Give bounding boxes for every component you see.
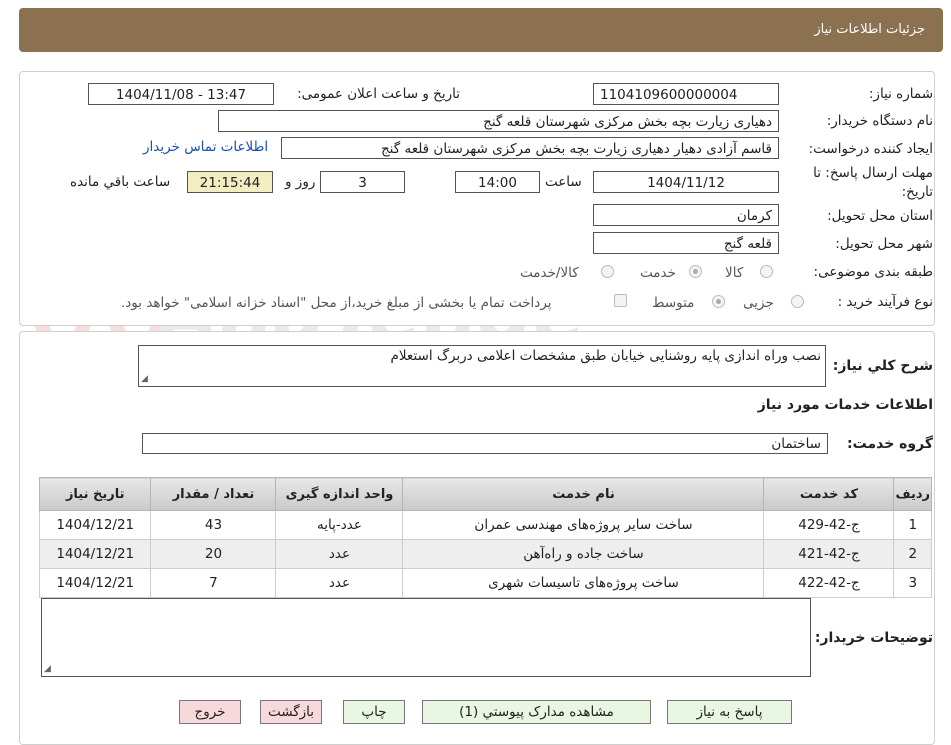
deadline-time-label: ساعت [545, 174, 582, 190]
page-header: جزئیات اطلاعات نیاز [19, 8, 943, 52]
cell-row-number: 3 [893, 568, 932, 598]
cell-service-code: ج-42-429 [763, 510, 895, 540]
days-label: روز و [285, 174, 316, 190]
days-remaining-field: 3 [320, 171, 405, 193]
service-group-field: ساختمان [142, 433, 828, 454]
buyer-notes-label: توضیحات خریدار: [814, 630, 933, 646]
services-table: ردیف کد خدمت نام خدمت واحد اندازه گیری ت… [38, 477, 932, 598]
process-radio-medium[interactable] [712, 295, 725, 308]
cell-service-name: ساخت سایر پروژه‌های مهندسی عمران [402, 510, 765, 540]
need-number-label: شماره نیاز: [868, 86, 933, 102]
description-text: نصب وراه اندازی پایه روشنایی خیابان طبق … [390, 348, 821, 364]
province-field: کرمان [593, 204, 779, 226]
table-row: 1 ج-42-429 ساخت سایر پروژه‌های مهندسی عم… [38, 510, 932, 540]
process-option-minor: جزیی [743, 295, 774, 311]
col-header-service-code: کد خدمت [763, 477, 895, 511]
table-row: 2 ج-42-421 ساخت جاده و راه‌آهن عدد 20 14… [38, 539, 932, 569]
exit-button[interactable]: خروج [179, 700, 241, 724]
col-header-quantity: تعداد / مقدار [150, 477, 277, 511]
process-label: نوع فرآیند خرید : [837, 294, 933, 310]
category-label: طبقه بندی موضوعی: [813, 264, 933, 280]
reply-button[interactable]: پاسخ به نیاز [667, 700, 792, 724]
category-option-goods-service: کالا/خدمت [520, 265, 579, 281]
announce-date-field: 1404/11/08 - 13:47 [88, 83, 274, 105]
category-radio-goods[interactable] [760, 265, 773, 278]
cell-need-date: 1404/12/21 [38, 568, 152, 598]
deadline-date-label: تاریخ: [901, 184, 933, 200]
category-option-service: خدمت [640, 265, 676, 281]
need-number-field: 1104109600000004 [593, 83, 779, 105]
buyer-org-field: دهیاری زیارت بچه بخش مرکزی شهرستان قلعه … [218, 110, 779, 132]
col-header-unit: واحد اندازه گیری [275, 477, 404, 511]
treasury-payment-note: پرداخت تمام یا بخشی از مبلغ خرید،از محل … [121, 295, 552, 311]
cell-row-number: 2 [893, 539, 932, 569]
cell-unit: عدد [275, 539, 404, 569]
cell-service-name: ساخت جاده و راه‌آهن [402, 539, 765, 569]
col-header-row-number: ردیف [893, 477, 932, 511]
back-button[interactable]: بازگشت [260, 700, 322, 724]
deadline-label: مهلت ارسال پاسخ: تا [813, 165, 933, 181]
table-header-row: ردیف کد خدمت نام خدمت واحد اندازه گیری ت… [38, 477, 932, 511]
buyer-contact-link[interactable]: اطلاعات تماس خریدار [143, 139, 268, 155]
treasury-payment-checkbox[interactable] [614, 294, 627, 307]
deadline-time-field: 14:00 [455, 171, 540, 193]
remaining-time-label: ساعت باقي مانده [70, 174, 171, 190]
print-button[interactable]: چاپ [343, 700, 405, 724]
cell-need-date: 1404/12/21 [38, 539, 152, 569]
cell-unit: عدد-پایه [275, 510, 404, 540]
cell-need-date: 1404/12/21 [38, 510, 152, 540]
announce-date-label: تاریخ و ساعت اعلان عمومی: [297, 86, 460, 102]
cell-unit: عدد [275, 568, 404, 598]
province-label: استان محل تحویل: [827, 208, 933, 224]
cell-quantity: 7 [150, 568, 277, 598]
buyer-org-label: نام دستگاه خریدار: [826, 113, 933, 129]
process-option-medium: متوسط [652, 295, 695, 311]
resize-grip-icon[interactable]: ◢ [44, 665, 51, 674]
cell-row-number: 1 [893, 510, 932, 540]
buyer-notes-textarea[interactable]: ◢ [41, 598, 811, 677]
table-row: 3 ج-42-422 ساخت پروژه‌های تاسیسات شهری ع… [38, 568, 932, 598]
cell-quantity: 20 [150, 539, 277, 569]
cell-quantity: 43 [150, 510, 277, 540]
view-attachments-button[interactable]: مشاهده مدارک پیوستي (1) [422, 700, 651, 724]
description-textarea[interactable]: نصب وراه اندازی پایه روشنایی خیابان طبق … [138, 345, 826, 387]
cell-service-code: ج-42-421 [763, 539, 895, 569]
deadline-date-field: 1404/11/12 [593, 171, 779, 193]
creator-field: قاسم آزادی دهیار دهیاری زیارت بچه بخش مر… [281, 137, 779, 159]
remaining-time-field: 21:15:44 [187, 171, 273, 193]
page-title: جزئیات اطلاعات نیاز [814, 22, 925, 37]
col-header-need-date: تاریخ نیاز [38, 477, 152, 511]
col-header-service-name: نام خدمت [402, 477, 765, 511]
service-group-label: گروه خدمت: [847, 436, 933, 452]
city-label: شهر محل تحویل: [835, 236, 933, 252]
cell-service-code: ج-42-422 [763, 568, 895, 598]
resize-grip-icon[interactable]: ◢ [141, 375, 148, 384]
services-section-title: اطلاعات خدمات مورد نیاز [757, 397, 933, 413]
category-radio-goods-service[interactable] [601, 265, 614, 278]
city-field: قلعه گنج [593, 232, 779, 254]
description-label: شرح کلي نياز: [832, 358, 933, 374]
creator-label: ایجاد کننده درخواست: [808, 141, 933, 157]
category-radio-service[interactable] [689, 265, 702, 278]
cell-service-name: ساخت پروژه‌های تاسیسات شهری [402, 568, 765, 598]
category-option-goods: کالا [725, 265, 744, 281]
process-radio-minor[interactable] [791, 295, 804, 308]
